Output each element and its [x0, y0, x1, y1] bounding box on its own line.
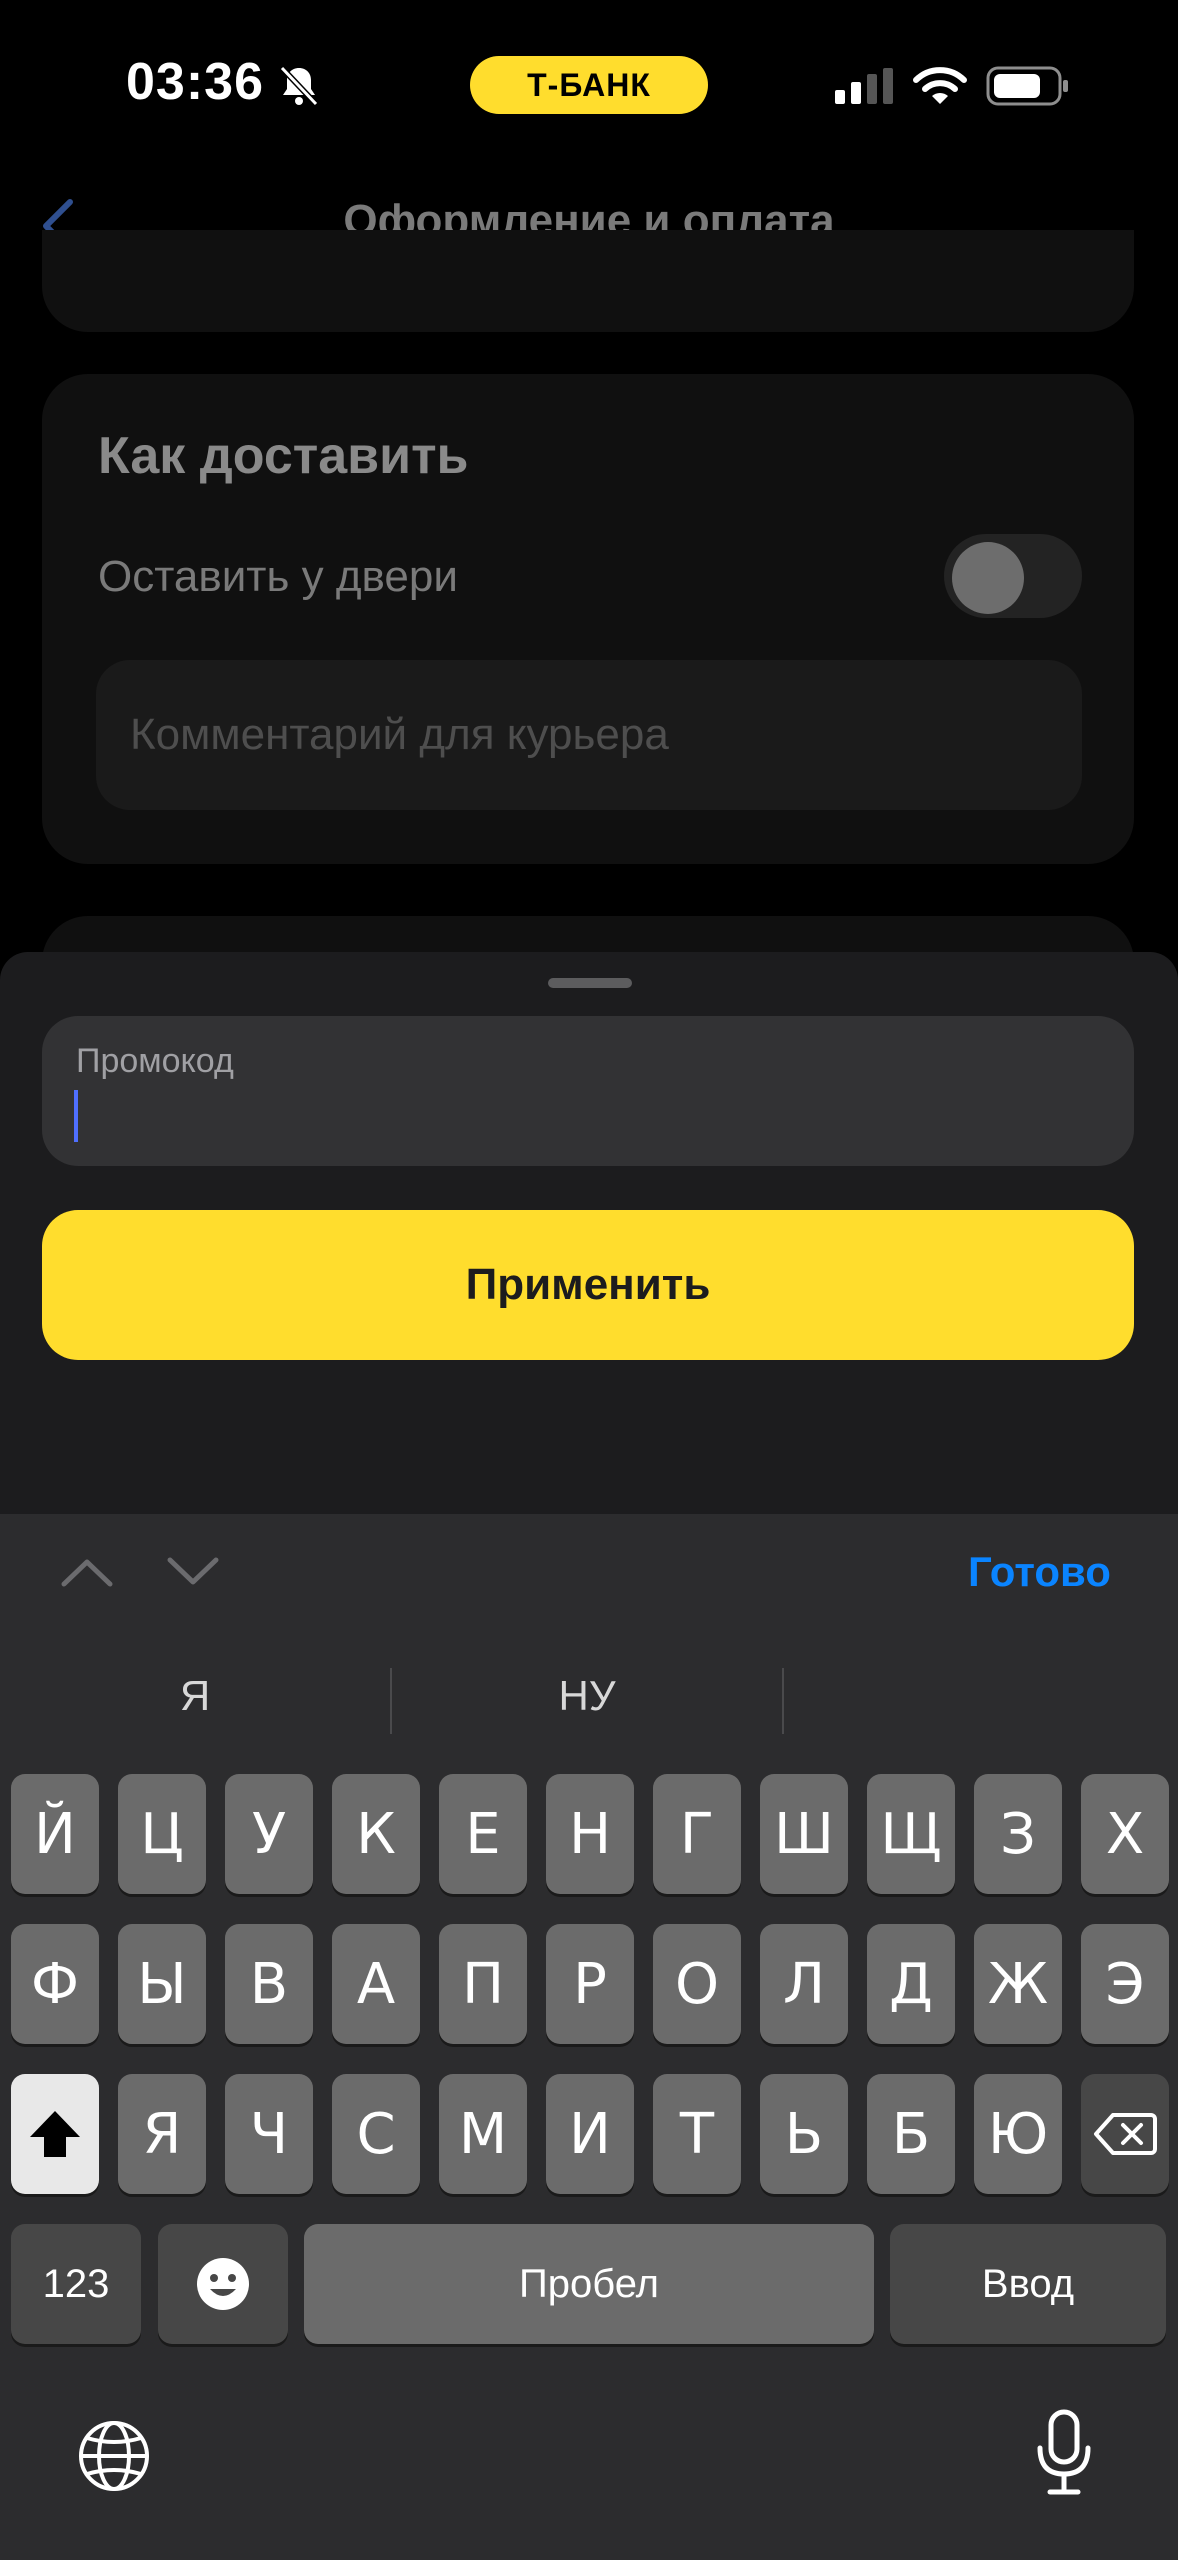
microphone-icon[interactable] [1034, 2408, 1094, 2498]
battery-icon [986, 66, 1068, 106]
sheet-drag-handle[interactable] [548, 978, 632, 988]
key[interactable]: В [225, 1924, 313, 2044]
key[interactable]: Т [653, 2074, 741, 2194]
shift-arrow-icon [30, 2111, 80, 2157]
silent-bell-icon [279, 65, 319, 107]
key[interactable]: У [225, 1774, 313, 1894]
key[interactable]: П [439, 1924, 527, 2044]
text-caret [74, 1090, 78, 1142]
courier-comment-placeholder: Комментарий для курьера [130, 710, 669, 759]
key[interactable]: Ц [118, 1774, 206, 1894]
next-field-icon[interactable] [164, 1552, 222, 1592]
key[interactable]: А [332, 1924, 420, 2044]
key[interactable]: Ч [225, 2074, 313, 2194]
previous-field-icon[interactable] [58, 1552, 116, 1592]
key[interactable]: Б [867, 2074, 955, 2194]
globe-icon[interactable] [76, 2418, 152, 2494]
toggle-knob [952, 542, 1024, 614]
done-button[interactable]: Готово [968, 1548, 1111, 1596]
key[interactable]: Щ [867, 1774, 955, 1894]
key[interactable]: Ф [11, 1924, 99, 2044]
numbers-key-label: 123 [42, 2261, 110, 2306]
return-key[interactable]: Ввод [890, 2224, 1166, 2344]
promo-code-input[interactable] [42, 1016, 1134, 1166]
promo-code-label: Промокод [76, 1042, 234, 1080]
key[interactable]: Р [546, 1924, 634, 2044]
key[interactable]: Ш [760, 1774, 848, 1894]
key[interactable]: Е [439, 1774, 527, 1894]
key[interactable]: М [439, 2074, 527, 2194]
key[interactable]: С [332, 2074, 420, 2194]
apply-button[interactable]: Применить [42, 1210, 1134, 1360]
backspace-icon [1094, 2113, 1157, 2155]
carrier-badge: Т-БАНК [470, 56, 708, 114]
key[interactable]: Ю [974, 2074, 1062, 2194]
key[interactable]: К [332, 1774, 420, 1894]
previous-card [42, 230, 1134, 332]
key[interactable]: Я [118, 2074, 206, 2194]
key[interactable]: Э [1081, 1924, 1169, 2044]
shift-key[interactable] [11, 2074, 99, 2194]
numbers-key[interactable]: 123 [11, 2224, 141, 2344]
key[interactable]: О [653, 1924, 741, 2044]
cellular-signal-icon [835, 68, 893, 104]
suggestion-1[interactable]: Я [0, 1672, 390, 1720]
emoji-key[interactable] [158, 2224, 288, 2344]
suggestion-2[interactable]: НУ [392, 1672, 782, 1720]
key[interactable]: Л [760, 1924, 848, 2044]
key[interactable]: Ь [760, 2074, 848, 2194]
status-time: 03:36 [126, 53, 264, 111]
key[interactable]: Х [1081, 1774, 1169, 1894]
delivery-card-title: Как доставить [98, 427, 469, 485]
key[interactable]: Ы [118, 1924, 206, 2044]
key[interactable]: Г [653, 1774, 741, 1894]
emoji-icon [197, 2258, 249, 2310]
key[interactable]: И [546, 2074, 634, 2194]
space-key-label: Пробел [519, 2261, 659, 2306]
return-key-label: Ввод [981, 2261, 1075, 2306]
key[interactable]: Й [11, 1774, 99, 1894]
key[interactable]: Н [546, 1774, 634, 1894]
suggestion-separator [782, 1668, 784, 1734]
key[interactable]: Д [867, 1924, 955, 2044]
space-key[interactable]: Пробел [304, 2224, 874, 2344]
wifi-icon [913, 67, 967, 104]
key[interactable]: З [974, 1774, 1062, 1894]
key[interactable]: Ж [974, 1924, 1062, 2044]
leave-at-door-label: Оставить у двери [98, 552, 458, 601]
backspace-key[interactable] [1081, 2074, 1169, 2194]
